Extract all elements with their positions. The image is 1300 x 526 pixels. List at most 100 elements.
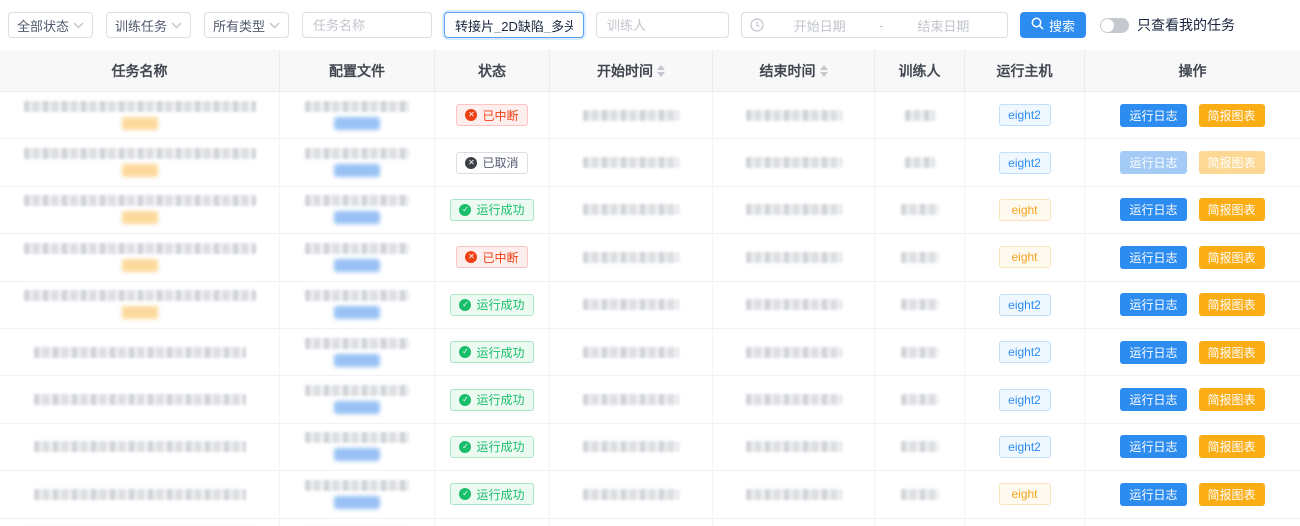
redacted-end-time bbox=[746, 299, 842, 310]
redacted-task-name bbox=[24, 195, 256, 206]
redacted-task-tag bbox=[122, 306, 158, 319]
cell-task-name bbox=[0, 234, 280, 280]
cell-actions: 运行日志 简报图表 bbox=[1085, 282, 1300, 328]
redacted-trainer bbox=[901, 299, 939, 310]
redacted-start-time bbox=[583, 394, 679, 405]
redacted-start-time bbox=[583, 204, 679, 215]
table-row: 运行成功 eight2 运行日志 简报图表 bbox=[0, 282, 1300, 329]
report-chart-button[interactable]: 简报图表 bbox=[1199, 198, 1265, 221]
sort-icon[interactable] bbox=[657, 65, 665, 77]
status-filter-select[interactable]: 全部状态 bbox=[8, 12, 93, 38]
host-tag: eight2 bbox=[999, 389, 1051, 411]
trainer-input[interactable] bbox=[607, 18, 718, 33]
cell-config-file bbox=[280, 376, 435, 422]
redacted-config-link[interactable] bbox=[334, 211, 380, 224]
sort-icon[interactable] bbox=[820, 65, 828, 77]
run-log-button[interactable]: 运行日志 bbox=[1120, 483, 1186, 506]
report-chart-button[interactable]: 简报图表 bbox=[1199, 151, 1265, 174]
cell-actions: 运行日志 简报图表 bbox=[1085, 329, 1300, 375]
start-date-placeholder: 开始日期 bbox=[764, 16, 875, 35]
report-chart-button[interactable]: 简报图表 bbox=[1199, 388, 1265, 411]
redacted-config-link[interactable] bbox=[334, 354, 380, 367]
date-range-picker[interactable]: 开始日期 - 结束日期 bbox=[741, 12, 1008, 38]
redacted-trainer bbox=[901, 252, 939, 263]
cell-status: 运行成功 bbox=[435, 424, 550, 470]
chevron-down-icon bbox=[171, 22, 182, 29]
redacted-config-file bbox=[305, 148, 409, 159]
search-button[interactable]: 搜索 bbox=[1020, 12, 1086, 38]
run-log-button[interactable]: 运行日志 bbox=[1120, 104, 1186, 127]
report-chart-button[interactable]: 简报图表 bbox=[1199, 341, 1265, 364]
clock-icon bbox=[750, 18, 764, 32]
host-tag: eight bbox=[999, 246, 1051, 268]
redacted-task-name bbox=[34, 441, 246, 452]
status-badge: 运行成功 bbox=[450, 294, 533, 316]
category-filter-select[interactable]: 所有类型 bbox=[204, 12, 289, 38]
header-start-time[interactable]: 开始时间 bbox=[550, 50, 713, 91]
redacted-task-tag bbox=[122, 117, 158, 130]
status-label: 运行成功 bbox=[476, 391, 524, 408]
host-tag: eight bbox=[999, 199, 1051, 221]
header-end-time[interactable]: 结束时间 bbox=[713, 50, 875, 91]
keyword-input[interactable] bbox=[455, 18, 573, 33]
cell-config-file bbox=[280, 329, 435, 375]
task-type-filter-select[interactable]: 训练任务 bbox=[106, 12, 191, 38]
table-body: 已中断 eight2 运行日志 简报图表 bbox=[0, 92, 1300, 526]
status-filter-value: 全部状态 bbox=[17, 16, 69, 35]
status-icon bbox=[465, 109, 477, 121]
run-log-button[interactable]: 运行日志 bbox=[1120, 293, 1186, 316]
run-log-button[interactable]: 运行日志 bbox=[1120, 151, 1186, 174]
cell-host: eight bbox=[965, 471, 1085, 517]
cell-host: eight2 bbox=[965, 282, 1085, 328]
cell-end-time bbox=[713, 234, 875, 280]
search-icon bbox=[1031, 17, 1044, 33]
cell-host: eight2 bbox=[965, 519, 1085, 526]
cell-trainer bbox=[875, 187, 965, 233]
redacted-config-link[interactable] bbox=[334, 164, 380, 177]
redacted-config-file bbox=[305, 432, 409, 443]
redacted-start-time bbox=[583, 489, 679, 500]
run-log-button[interactable]: 运行日志 bbox=[1120, 435, 1186, 458]
my-tasks-toggle[interactable] bbox=[1100, 18, 1129, 33]
status-label: 运行成功 bbox=[476, 201, 524, 218]
redacted-config-link[interactable] bbox=[334, 259, 380, 272]
redacted-task-name bbox=[34, 347, 246, 358]
status-label: 已取消 bbox=[482, 154, 518, 171]
redacted-config-link[interactable] bbox=[334, 401, 380, 414]
chevron-down-icon bbox=[269, 22, 280, 29]
redacted-config-file bbox=[305, 290, 409, 301]
cell-end-time bbox=[713, 471, 875, 517]
run-log-button[interactable]: 运行日志 bbox=[1120, 198, 1186, 221]
run-log-button[interactable]: 运行日志 bbox=[1120, 246, 1186, 269]
table-row: 运行成功 eight2 运行日志 简报图表 bbox=[0, 424, 1300, 471]
redacted-config-link[interactable] bbox=[334, 306, 380, 319]
status-icon bbox=[459, 299, 471, 311]
cell-status: 运行成功 bbox=[435, 519, 550, 526]
host-tag: eight bbox=[999, 483, 1051, 505]
redacted-task-name bbox=[24, 148, 256, 159]
cell-host: eight2 bbox=[965, 92, 1085, 138]
task-name-input-wrap bbox=[302, 12, 432, 38]
table-row: 运行成功 eight2 运行日志 简报图表 bbox=[0, 329, 1300, 376]
redacted-config-link[interactable] bbox=[334, 496, 380, 509]
redacted-config-link[interactable] bbox=[334, 117, 380, 130]
report-chart-button[interactable]: 简报图表 bbox=[1199, 483, 1265, 506]
host-tag: eight2 bbox=[999, 152, 1051, 174]
cell-status: 运行成功 bbox=[435, 376, 550, 422]
cell-config-file bbox=[280, 139, 435, 185]
header-trainer: 训练人 bbox=[875, 50, 965, 91]
report-chart-button[interactable]: 简报图表 bbox=[1199, 293, 1265, 316]
cell-actions: 运行日志 简报图表 bbox=[1085, 519, 1300, 526]
run-log-button[interactable]: 运行日志 bbox=[1120, 388, 1186, 411]
report-chart-button[interactable]: 简报图表 bbox=[1199, 104, 1265, 127]
task-name-input[interactable] bbox=[313, 18, 421, 33]
cell-trainer bbox=[875, 282, 965, 328]
tasks-table: 任务名称 配置文件 状态 开始时间 结束时间 训练人 运行主机 操作 已中断 bbox=[0, 50, 1300, 526]
report-chart-button[interactable]: 简报图表 bbox=[1199, 435, 1265, 458]
report-chart-button[interactable]: 简报图表 bbox=[1199, 246, 1265, 269]
run-log-button[interactable]: 运行日志 bbox=[1120, 341, 1186, 364]
table-row: 运行成功 eight 运行日志 简报图表 bbox=[0, 471, 1300, 518]
cell-start-time bbox=[550, 519, 713, 526]
redacted-config-link[interactable] bbox=[334, 448, 380, 461]
cell-config-file bbox=[280, 92, 435, 138]
